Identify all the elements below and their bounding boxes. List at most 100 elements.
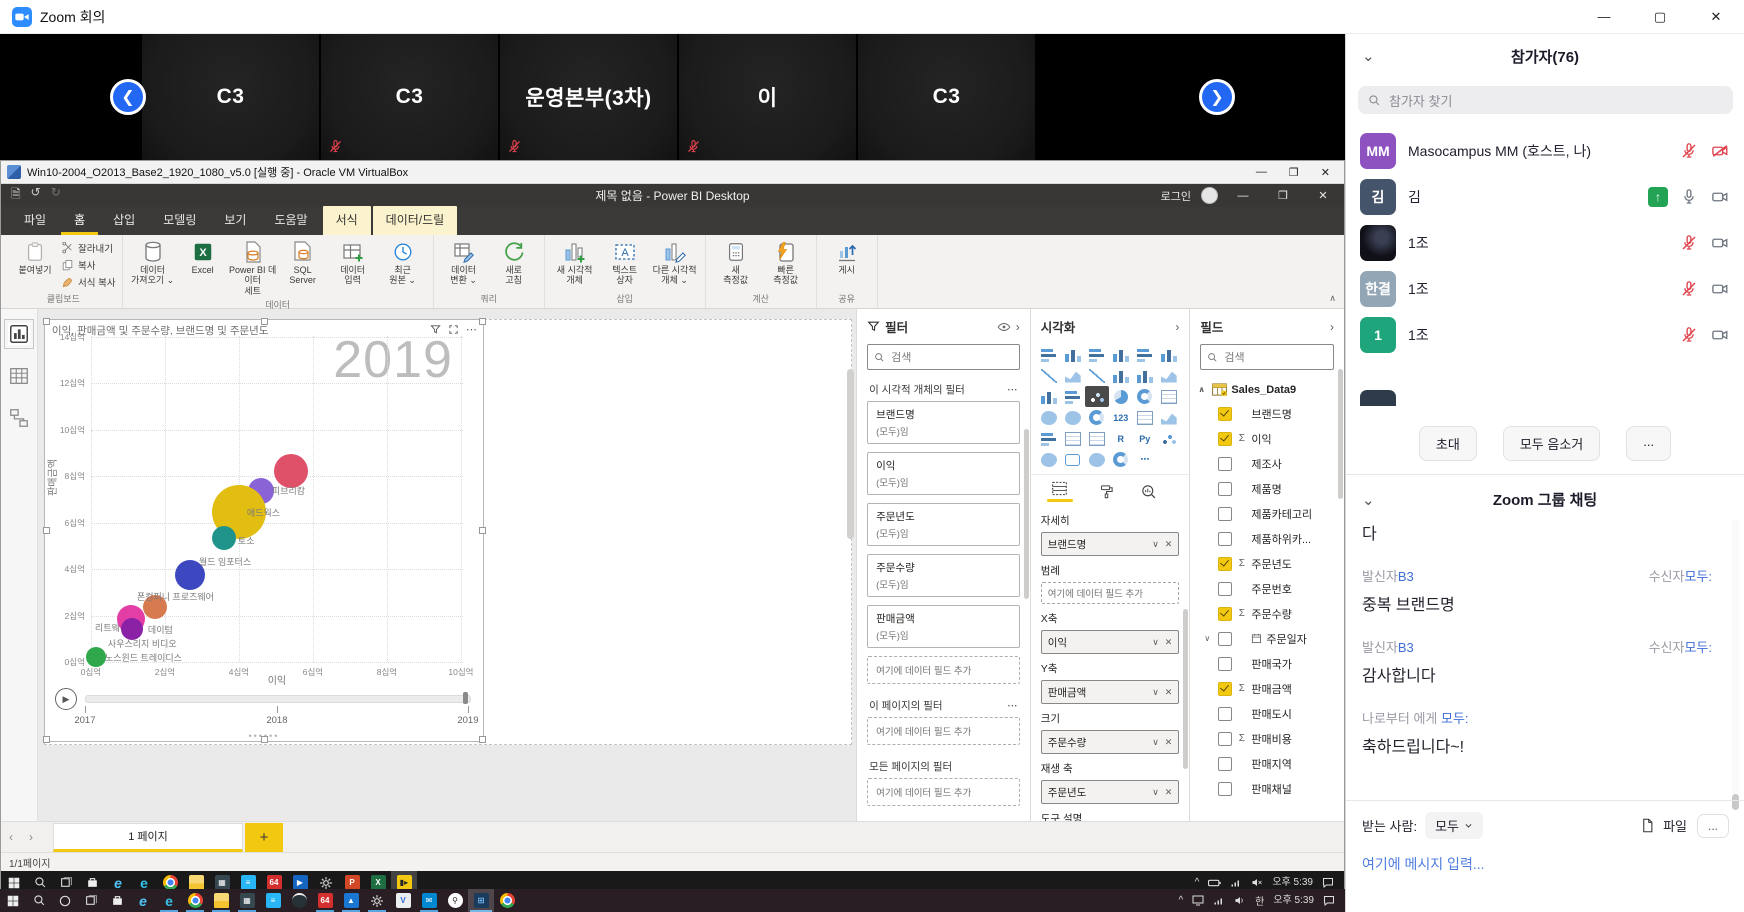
visual-type-icon[interactable] [1157,428,1181,449]
vbox-restore-button[interactable]: ❐ [1289,166,1299,179]
field-checkbox[interactable] [1218,532,1232,546]
well-pill-dropdown-icon[interactable]: ∨ [1152,539,1159,550]
chat-recipient-link[interactable]: 모두: [1441,711,1469,726]
visual-resize-handle[interactable] [479,527,486,534]
well-pill-remove-icon[interactable]: ✕ [1165,539,1173,550]
chat-scrollbar[interactable] [1732,520,1739,810]
mic-muted-icon[interactable] [1680,142,1698,160]
filter-card-주문수량[interactable]: 주문수량(모두)임 [867,554,1020,597]
calculator-icon[interactable]: ▦ [234,889,260,912]
visual-type-icon[interactable] [1061,407,1085,428]
notepad-icon[interactable]: ≡ [260,889,286,912]
enter-button[interactable]: 데이터 입력 [329,239,377,296]
pbi-minimize-button[interactable]: — [1228,190,1258,202]
excel-button[interactable]: XExcel [179,239,227,296]
field-row-제품하위카...[interactable]: 제품하위카... [1190,526,1344,551]
well-pill-dropdown-icon[interactable]: ∨ [1152,637,1159,648]
field-row-제조사[interactable]: 제조사 [1190,451,1344,476]
field-checkbox[interactable] [1218,757,1232,771]
visual-resize-handle[interactable] [43,527,50,534]
video-next-button[interactable]: ❯ [1199,79,1235,115]
visual-type-icon[interactable] [1157,407,1181,428]
chat-collapse-icon[interactable]: ⌄ [1362,491,1375,509]
ribbon-tab-서식[interactable]: 서식 [323,206,371,235]
cortana-icon[interactable] [52,889,78,912]
field-checkbox[interactable] [1218,482,1232,496]
play-button[interactable]: ▶ [55,688,77,710]
search-icon[interactable] [26,889,52,912]
field-checkbox[interactable] [1218,682,1232,696]
mic-icon[interactable] [1680,188,1698,206]
field-row-주문년도[interactable]: Σ주문년도 [1190,551,1344,576]
visual-type-icon[interactable] [1085,365,1109,386]
field-row-판매지역[interactable]: 판매지역 [1190,751,1344,776]
visual-type-icon[interactable] [1109,344,1133,365]
zoom-close-button[interactable]: ✕ [1688,0,1744,33]
filter-card-이익[interactable]: 이익(모두)임 [867,452,1020,495]
bubble-노스윈드 트레이디스[interactable] [86,647,106,667]
cut-button[interactable]: 잘라내기 [61,241,116,255]
vbox-close-button[interactable]: ✕ [1321,166,1330,179]
visual-type-icon[interactable] [1085,428,1109,449]
brush-button[interactable]: 서식 복사 [61,275,116,289]
field-row-주문수량[interactable]: Σ주문수량 [1190,601,1344,626]
visual-more-icon[interactable]: ⋯ [466,323,478,336]
visual-type-icon[interactable] [1085,449,1109,470]
visual-type-icon[interactable] [1133,344,1157,365]
video-tile[interactable]: C3 [321,34,498,160]
field-row-판매채널[interactable]: 판매채널 [1190,776,1344,801]
publish-button[interactable]: 게시 [823,239,871,275]
camera-icon[interactable] [1710,280,1730,298]
battery-icon[interactable] [1208,878,1221,888]
visual-type-icon[interactable] [1085,407,1109,428]
visual-type-icon[interactable] [1061,449,1085,470]
ribbon-tab-파일[interactable]: 파일 [11,206,59,235]
scatter-chart-visual[interactable]: 이익, 판매금액 및 주문수량, 브랜드명 및 주문년도 ⋯ 판매금액 2019… [44,319,484,742]
settings-icon[interactable] [364,889,390,912]
visual-type-icon[interactable] [1109,365,1133,386]
filter-add-field-placeholder[interactable]: 여기에 데이터 필드 추가 [867,778,1020,806]
gauge-icon[interactable] [286,889,312,912]
notification-icon[interactable] [1322,877,1334,888]
filter-card-브랜드명[interactable]: 브랜드명(모두)임 [867,401,1020,444]
visual-type-icon[interactable] [1037,386,1061,407]
chrome-icon[interactable] [182,889,208,912]
chrome-2-icon[interactable] [494,889,520,912]
video-tile[interactable]: C3 [858,34,1035,160]
visual-type-icon[interactable] [1157,386,1181,407]
maps-icon[interactable]: ⚲ [442,889,468,912]
well-pill-remove-icon[interactable]: ✕ [1165,637,1173,648]
field-row-판매금액[interactable]: Σ판매금액 [1190,676,1344,701]
chat-sender-link[interactable]: B3 [1398,569,1414,584]
report-view-button[interactable] [8,323,30,345]
ribbon-collapse-icon[interactable]: ∧ [1329,293,1336,304]
visual-type-icon[interactable] [1037,449,1061,470]
vbox-minimize-button[interactable]: — [1256,166,1267,179]
visual-type-icon[interactable]: ⋯ [1133,449,1157,470]
well-pill-dropdown-icon[interactable]: ∨ [1152,787,1159,798]
chevron-up-icon[interactable]: ^ [1178,895,1183,906]
participant-row[interactable]: 1조 [1346,220,1744,266]
photos-icon[interactable]: ▲ [338,889,364,912]
participant-row[interactable]: 한결1조 [1346,266,1744,312]
mic-muted-icon[interactable] [1680,234,1698,252]
filter-card-주문년도[interactable]: 주문년도(모두)임 [867,503,1020,546]
file-icon[interactable] [1640,818,1655,833]
visual-type-icon[interactable] [1157,344,1181,365]
fields-scrollbar[interactable] [1338,369,1343,499]
well-pill-remove-icon[interactable]: ✕ [1165,687,1173,698]
visual-resize-handle[interactable] [261,318,268,325]
well-add-field-placeholder[interactable]: 여기에 데이터 필드 추가 [1041,582,1180,604]
fields-collapse-icon[interactable]: › [1330,320,1334,334]
monitor-icon[interactable] [1192,895,1204,906]
mic-muted-icon[interactable] [1680,326,1698,344]
filter-add-field-placeholder[interactable]: 여기에 데이터 필드 추가 [867,717,1020,745]
recipient-select[interactable]: 모두 [1425,812,1483,839]
vm-window-icon[interactable]: ⊞ [468,889,494,912]
filters-scrollbar[interactable] [1024,429,1029,599]
language-indicator[interactable]: 한 [1255,893,1264,908]
login-button[interactable]: 로그인 [1161,188,1191,204]
field-expander-icon[interactable]: ∨ [1204,634,1214,643]
ribbon-tab-보기[interactable]: 보기 [211,206,259,235]
visual-type-icon[interactable] [1133,365,1157,386]
